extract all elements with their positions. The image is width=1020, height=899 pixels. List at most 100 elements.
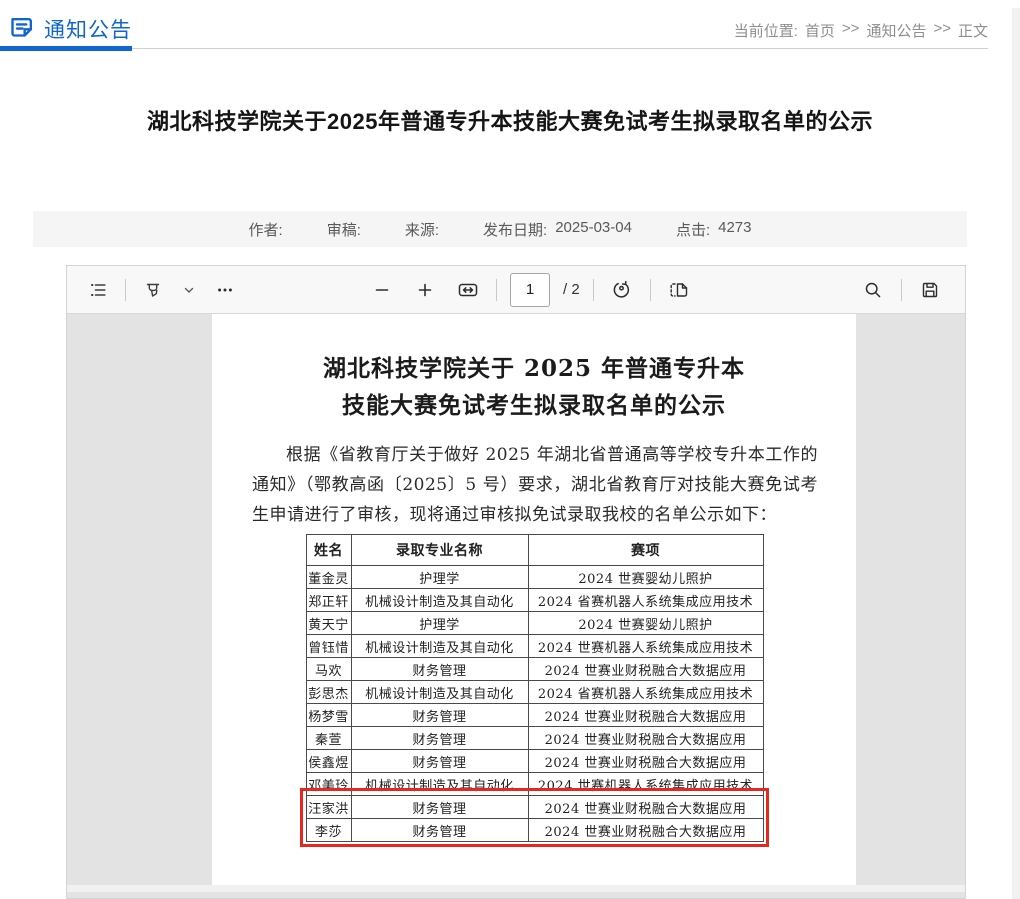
- chevron-down-icon[interactable]: [180, 275, 198, 305]
- breadcrumb-home-link[interactable]: 首页: [805, 20, 835, 41]
- admission-table-wrap: 姓名录取专业名称赛项 董金灵护理学2024 世赛婴幼儿照护郑正轩机械设计制造及其…: [306, 534, 763, 842]
- table-row: 马欢财务管理2024 世赛业财税融合大数据应用: [306, 658, 763, 681]
- table-header-cell: 姓名: [306, 535, 351, 566]
- doc-table-body: 董金灵护理学2024 世赛婴幼儿照护郑正轩机械设计制造及其自动化2024 省赛机…: [306, 566, 763, 842]
- breadcrumb-section-link[interactable]: 通知公告: [866, 20, 926, 41]
- toolbar-divider: [901, 279, 902, 301]
- table-row-highlighted: 李莎财务管理2024 世赛业财税融合大数据应用: [306, 819, 763, 842]
- table-cell: 秦萱: [306, 727, 351, 750]
- article-meta-bar: 作者: 审稿: 来源: 发布日期:2025-03-04 点击:4273: [33, 211, 967, 247]
- notice-document-icon: [8, 13, 35, 45]
- zoom-in-icon[interactable]: [410, 275, 440, 305]
- breadcrumb: 当前位置: 首页 >> 通知公告 >> 正文: [734, 20, 988, 41]
- article-title: 湖北科技学院关于2025年普通专升本技能大赛免试考生拟录取名单的公示: [30, 104, 990, 136]
- fit-width-icon[interactable]: [453, 275, 483, 305]
- save-icon[interactable]: [915, 275, 945, 305]
- table-row: 邓美玲机械设计制造及其自动化2024 世赛机器人系统集成应用技术: [306, 773, 763, 796]
- page-total-label: / 2: [563, 281, 580, 298]
- table-cell: 彭思杰: [306, 681, 351, 704]
- pdf-content-area[interactable]: 湖北科技学院关于 2025 年普通专升本 技能大赛免试考生拟录取名单的公示 根据…: [67, 314, 965, 892]
- pdf-viewer: / 2: [66, 265, 966, 899]
- table-cell: 护理学: [351, 612, 528, 635]
- table-cell: 财务管理: [351, 727, 528, 750]
- table-cell: 黄天宁: [306, 612, 351, 635]
- meta-publish-date: 发布日期:2025-03-04: [483, 219, 632, 240]
- table-header-cell: 赛项: [528, 535, 763, 566]
- meta-author: 作者:: [249, 219, 283, 240]
- table-row: 杨梦雪财务管理2024 世赛业财税融合大数据应用: [306, 704, 763, 727]
- table-cell: 李莎: [306, 819, 351, 842]
- document-title: 湖北科技学院关于 2025 年普通专升本 技能大赛免试考生拟录取名单的公示: [212, 350, 856, 424]
- page-number-input[interactable]: [510, 273, 550, 307]
- table-cell: 财务管理: [351, 819, 528, 842]
- table-cell: 2024 世赛业财税融合大数据应用: [528, 727, 763, 750]
- page: 通知公告 当前位置: 首页 >> 通知公告 >> 正文 湖北科技学院关于2025…: [0, 0, 1020, 899]
- search-icon[interactable]: [858, 275, 888, 305]
- table-cell: 财务管理: [351, 750, 528, 773]
- table-cell: 2024 世赛业财税融合大数据应用: [528, 658, 763, 681]
- browser-scrollbar[interactable]: [1012, 8, 1020, 899]
- document-paragraph: 根据《省教育厅关于做好 2025 年湖北省普通高等学校专升本工作的通知》（鄂教高…: [252, 440, 818, 530]
- table-row: 郑正轩机械设计制造及其自动化2024 省赛机器人系统集成应用技术: [306, 589, 763, 612]
- table-row: 曾钰惜机械设计制造及其自动化2024 世赛机器人系统集成应用技术: [306, 635, 763, 658]
- toc-icon[interactable]: [83, 275, 113, 305]
- page-view-icon[interactable]: [664, 275, 694, 305]
- header-divider: [0, 48, 988, 49]
- table-cell: 2024 世赛机器人系统集成应用技术: [528, 773, 763, 796]
- breadcrumb-label: 当前位置:: [734, 20, 798, 41]
- more-options-icon[interactable]: [210, 275, 240, 305]
- table-row: 黄天宁护理学2024 世赛婴幼儿照护: [306, 612, 763, 635]
- table-cell: 2024 世赛业财税融合大数据应用: [528, 819, 763, 842]
- table-cell: 杨梦雪: [306, 704, 351, 727]
- table-row: 彭思杰机械设计制造及其自动化2024 省赛机器人系统集成应用技术: [306, 681, 763, 704]
- table-cell: 曾钰惜: [306, 635, 351, 658]
- meta-reviewer: 审稿:: [327, 219, 361, 240]
- table-cell: 马欢: [306, 658, 351, 681]
- table-row-highlighted: 汪家洪财务管理2024 世赛业财税融合大数据应用: [306, 796, 763, 819]
- highlighter-icon[interactable]: [138, 275, 168, 305]
- table-cell: 机械设计制造及其自动化: [351, 681, 528, 704]
- table-cell: 财务管理: [351, 796, 528, 819]
- pdf-toolbar: / 2: [67, 266, 965, 314]
- table-cell: 2024 世赛业财税融合大数据应用: [528, 750, 763, 773]
- table-cell: 2024 省赛机器人系统集成应用技术: [528, 589, 763, 612]
- header-accent-bar: [0, 46, 132, 51]
- table-cell: 护理学: [351, 566, 528, 589]
- meta-clicks: 点击:4273: [676, 219, 752, 240]
- table-cell: 机械设计制造及其自动化: [351, 635, 528, 658]
- toolbar-center-group: / 2: [367, 266, 694, 313]
- toolbar-divider: [593, 279, 594, 301]
- table-cell: 机械设计制造及其自动化: [351, 773, 528, 796]
- table-cell: 财务管理: [351, 704, 528, 727]
- breadcrumb-separator: >>: [933, 20, 951, 41]
- zoom-out-icon[interactable]: [367, 275, 397, 305]
- table-cell: 2024 省赛机器人系统集成应用技术: [528, 681, 763, 704]
- table-cell: 财务管理: [351, 658, 528, 681]
- table-row: 董金灵护理学2024 世赛婴幼儿照护: [306, 566, 763, 589]
- toolbar-divider: [650, 279, 651, 301]
- table-header-row: 姓名录取专业名称赛项: [306, 535, 763, 566]
- table-cell: 郑正轩: [306, 589, 351, 612]
- table-cell: 侯鑫煜: [306, 750, 351, 773]
- table-header-cell: 录取专业名称: [351, 535, 528, 566]
- toolbar-left-group: [67, 275, 240, 305]
- table-cell: 2024 世赛机器人系统集成应用技术: [528, 635, 763, 658]
- table-cell: 机械设计制造及其自动化: [351, 589, 528, 612]
- toolbar-right-group: [858, 266, 945, 313]
- table-row: 秦萱财务管理2024 世赛业财税融合大数据应用: [306, 727, 763, 750]
- rotate-icon[interactable]: [607, 275, 637, 305]
- table-cell: 2024 世赛婴幼儿照护: [528, 612, 763, 635]
- toolbar-divider: [496, 279, 497, 301]
- table-cell: 2024 世赛婴幼儿照护: [528, 566, 763, 589]
- table-cell: 2024 世赛业财税融合大数据应用: [528, 796, 763, 819]
- viewer-horizontal-scrollbar[interactable]: [67, 885, 965, 892]
- table-row: 侯鑫煜财务管理2024 世赛业财税融合大数据应用: [306, 750, 763, 773]
- table-cell: 邓美玲: [306, 773, 351, 796]
- toolbar-divider: [125, 279, 126, 301]
- breadcrumb-current: 正文: [958, 20, 988, 41]
- admission-table: 姓名录取专业名称赛项 董金灵护理学2024 世赛婴幼儿照护郑正轩机械设计制造及其…: [306, 534, 764, 842]
- breadcrumb-separator: >>: [842, 20, 860, 41]
- section-title: 通知公告: [44, 14, 132, 44]
- table-cell: 汪家洪: [306, 796, 351, 819]
- table-cell: 董金灵: [306, 566, 351, 589]
